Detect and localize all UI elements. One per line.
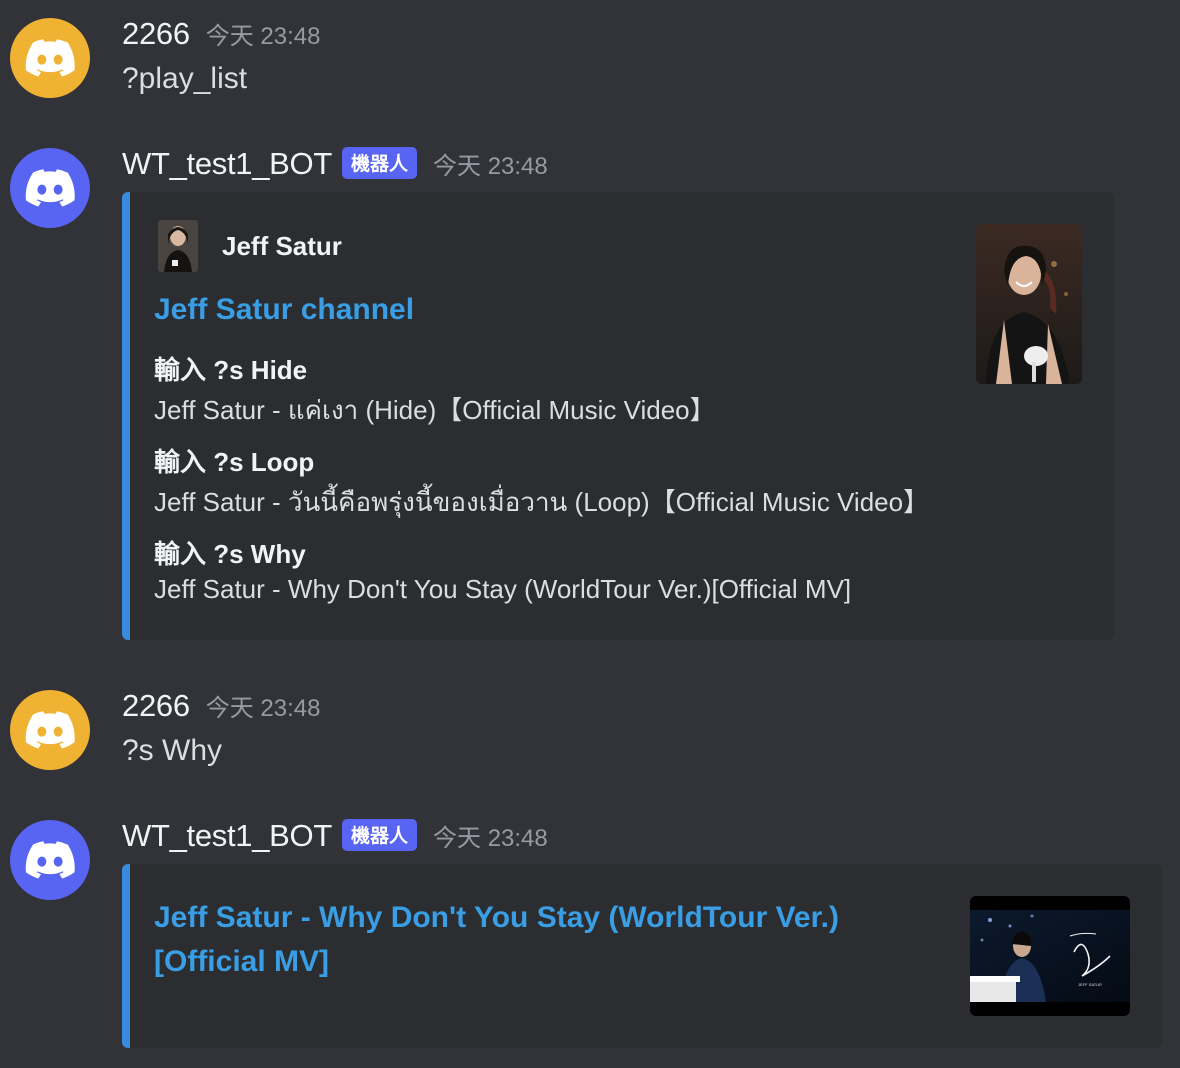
user-avatar[interactable] [10, 18, 90, 98]
video-thumbnail[interactable]: JEFF SATUR [970, 896, 1130, 1016]
username[interactable]: 2266 [122, 688, 190, 724]
bot-avatar[interactable] [10, 148, 90, 228]
embed-title-link[interactable]: Jeff Satur channel [154, 288, 414, 332]
username[interactable]: WT_test1_BOT [122, 146, 332, 182]
playlist-embed: Jeff Satur Jeff Satur channel 輸入 ?s Hide… [122, 192, 1114, 640]
author-avatar [158, 220, 198, 272]
embed-author: Jeff Satur [158, 220, 342, 272]
field-name: 輸入 ?s Why [154, 539, 306, 569]
field-value: Jeff Satur - วันนี้คือพรุ่งนี้ของเมื่อวา… [154, 487, 930, 517]
user-avatar[interactable] [10, 690, 90, 770]
discord-logo-icon [25, 39, 75, 77]
timestamp: 今天 23:48 [205, 23, 321, 50]
timestamp: 今天 23:48 [205, 695, 321, 722]
username[interactable]: WT_test1_BOT [122, 818, 332, 854]
embed-title-link-line2[interactable]: [Official MV] [154, 940, 329, 984]
embed-title-link-line1[interactable]: Jeff Satur - Why Don't You Stay (WorldTo… [154, 896, 839, 940]
message-content: ?play_list [122, 62, 248, 95]
timestamp: 今天 23:48 [433, 825, 548, 852]
field-value: Jeff Satur - Why Don't You Stay (WorldTo… [154, 574, 852, 604]
bot-avatar[interactable] [10, 820, 90, 900]
timestamp: 今天 23:48 [433, 153, 548, 180]
bot-tag: 機器人 [342, 819, 418, 851]
field-name: 輸入 ?s Loop [154, 447, 315, 477]
bot-tag: 機器人 [342, 147, 418, 179]
embed-thumbnail[interactable] [976, 224, 1082, 384]
message-content: ?s Why [122, 734, 223, 767]
discord-logo-icon [25, 711, 75, 749]
svg-text:JEFF SATUR: JEFF SATUR [1078, 982, 1102, 987]
field-name: 輸入 ?s Hide [154, 355, 308, 385]
video-embed: Jeff Satur - Why Don't You Stay (WorldTo… [122, 864, 1162, 1048]
embed-author-name[interactable]: Jeff Satur [222, 231, 342, 262]
discord-logo-icon [25, 841, 75, 879]
discord-logo-icon [25, 169, 75, 207]
username[interactable]: 2266 [122, 16, 190, 52]
field-value: Jeff Satur - แค่เงา (Hide)【Official Musi… [154, 395, 716, 425]
